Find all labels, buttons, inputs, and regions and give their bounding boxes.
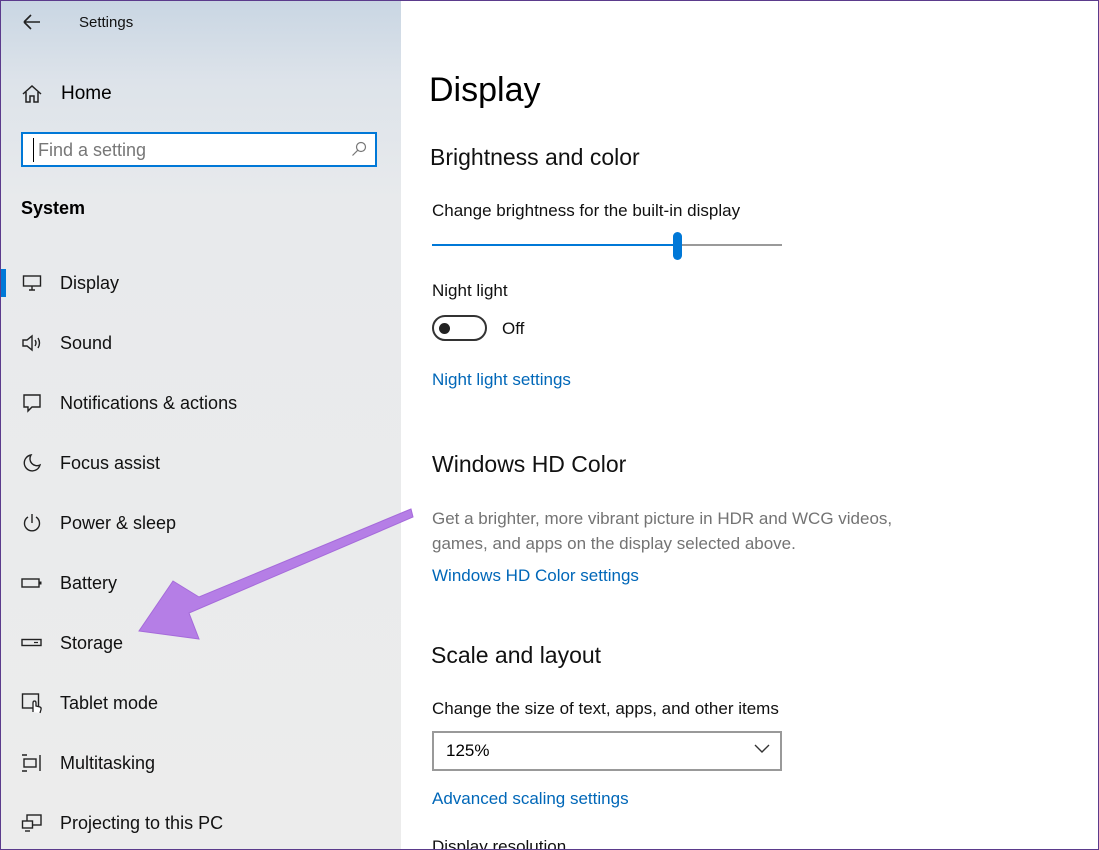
main-content: Display Brightness and color Change brig… (401, 1, 1098, 849)
notification-icon (21, 392, 43, 414)
sidebar-item-tablet-mode[interactable]: Tablet mode (1, 681, 401, 725)
hd-color-description: Get a brighter, more vibrant picture in … (432, 509, 893, 553)
brightness-heading: Brightness and color (430, 144, 640, 170)
night-light-settings-link[interactable]: Night light settings (432, 370, 571, 390)
brightness-slider[interactable] (432, 232, 782, 260)
page-title: Display (429, 71, 541, 109)
chevron-down-icon (754, 744, 770, 753)
moon-icon (21, 452, 43, 474)
night-light-state: Off (502, 319, 525, 338)
storage-icon (21, 632, 43, 654)
slider-fill (432, 244, 677, 246)
back-button[interactable] (21, 11, 45, 33)
sidebar-item-label: Projecting to this PC (60, 812, 224, 833)
projecting-icon (21, 812, 43, 834)
sidebar-item-sound[interactable]: Sound (1, 321, 401, 365)
sidebar-item-label: Battery (60, 572, 118, 593)
speaker-icon (21, 332, 43, 354)
scale-dropdown[interactable]: 125% (432, 731, 782, 771)
back-arrow-icon (23, 14, 40, 30)
title-bar: Settings (1, 1, 401, 45)
sidebar-item-label: Focus assist (60, 452, 161, 473)
brightness-label: Change brightness for the built-in displ… (432, 201, 741, 220)
sidebar-item-label: Storage (60, 632, 124, 653)
toggle-knob (439, 323, 450, 334)
slider-thumb[interactable] (673, 232, 682, 260)
sidebar-item-label: Power & sleep (60, 512, 177, 533)
sidebar-item-label: Display (60, 272, 120, 293)
advanced-scaling-link[interactable]: Advanced scaling settings (432, 789, 629, 809)
sidebar-item-focus-assist[interactable]: Focus assist (1, 441, 401, 485)
battery-icon (21, 572, 43, 594)
night-light-label: Night light (432, 281, 508, 300)
sidebar-item-label: Sound (60, 332, 113, 353)
app-title: Settings (79, 14, 134, 31)
monitor-icon (21, 272, 43, 294)
scale-label: Change the size of text, apps, and other… (432, 699, 779, 718)
search-input[interactable] (33, 138, 338, 162)
power-icon (21, 512, 43, 534)
multitasking-icon (21, 752, 43, 774)
hd-color-settings-link[interactable]: Windows HD Color settings (432, 566, 639, 586)
sidebar: Settings Home System Display (1, 1, 401, 849)
search-box[interactable] (21, 132, 377, 167)
section-title: System (21, 198, 86, 218)
settings-window: Settings Home System Display (0, 0, 1099, 850)
sidebar-item-label: Multitasking (60, 752, 156, 773)
sidebar-item-label: Tablet mode (60, 692, 159, 713)
search-icon[interactable] (351, 141, 367, 157)
home-button[interactable]: Home (21, 79, 112, 109)
sidebar-item-battery[interactable]: Battery (1, 561, 401, 605)
tablet-mode-icon (21, 692, 43, 714)
hd-color-heading: Windows HD Color (432, 451, 627, 477)
scale-value: 125% (446, 741, 490, 760)
sidebar-item-notifications[interactable]: Notifications & actions (1, 381, 401, 425)
sidebar-item-projecting[interactable]: Projecting to this PC (1, 801, 401, 845)
sidebar-item-power-sleep[interactable]: Power & sleep (1, 501, 401, 545)
sidebar-item-label: Notifications & actions (60, 392, 238, 413)
sidebar-item-storage[interactable]: Storage (1, 621, 401, 665)
home-label: Home (61, 83, 112, 104)
night-light-toggle[interactable] (432, 315, 487, 341)
scale-heading: Scale and layout (431, 642, 602, 668)
display-resolution-label: Display resolution (432, 837, 567, 850)
sidebar-item-display[interactable]: Display (1, 261, 401, 305)
sidebar-item-multitasking[interactable]: Multitasking (1, 741, 401, 785)
home-icon (22, 84, 42, 103)
